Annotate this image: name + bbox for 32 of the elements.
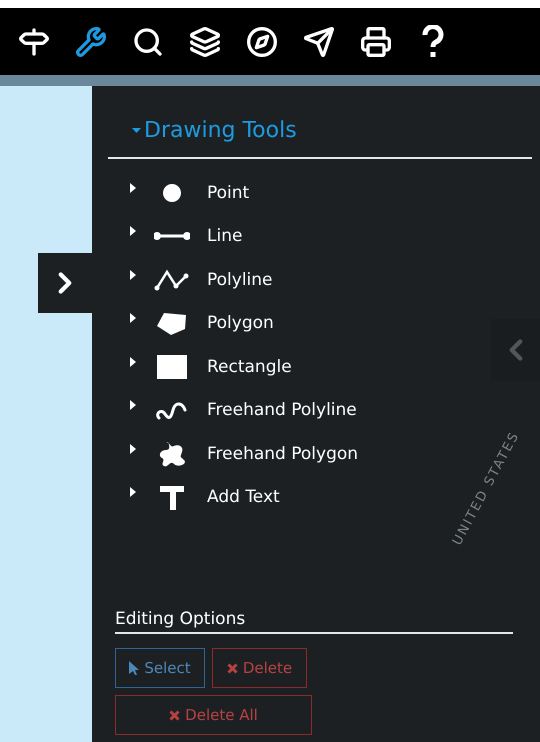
paper-plane-icon: [303, 26, 335, 58]
caret-icon[interactable]: [130, 356, 136, 367]
wrench-icon: [75, 26, 107, 58]
section-title: Editing Options: [115, 609, 246, 629]
tool-label[interactable]: Freehand Polygon: [207, 444, 358, 464]
compass-icon: [246, 26, 278, 58]
close-icon: [169, 710, 180, 720]
tool-label[interactable]: Polyline: [207, 270, 273, 290]
caret-icon[interactable]: [130, 226, 136, 236]
caret-icon[interactable]: [130, 270, 136, 280]
caret-icon[interactable]: [130, 313, 136, 324]
caret-icon: [132, 128, 141, 134]
tool-label[interactable]: Polygon: [207, 313, 274, 334]
caret-icon[interactable]: [130, 487, 136, 498]
expand-panel-button[interactable]: [38, 253, 92, 313]
printer-icon: [360, 26, 392, 58]
caret-icon[interactable]: [130, 400, 136, 410]
tool-label[interactable]: Add Text: [207, 487, 280, 508]
caret-icon[interactable]: [130, 182, 136, 193]
rectangle-icon[interactable]: [154, 352, 190, 381]
layers-icon: [189, 26, 221, 58]
close-icon: [226, 662, 238, 674]
section-header[interactable]: Drawing Tools: [108, 118, 297, 143]
signpost-icon: [18, 26, 50, 58]
tool-label[interactable]: Point: [207, 182, 250, 203]
tool-label[interactable]: Rectangle: [207, 356, 292, 377]
tool-label[interactable]: Freehand Polyline: [207, 400, 357, 420]
caret-icon[interactable]: [130, 444, 136, 454]
search-icon: [132, 26, 164, 58]
help-icon: [421, 24, 445, 58]
tool-label[interactable]: Line: [207, 226, 242, 246]
cursor-icon: [129, 661, 140, 675]
